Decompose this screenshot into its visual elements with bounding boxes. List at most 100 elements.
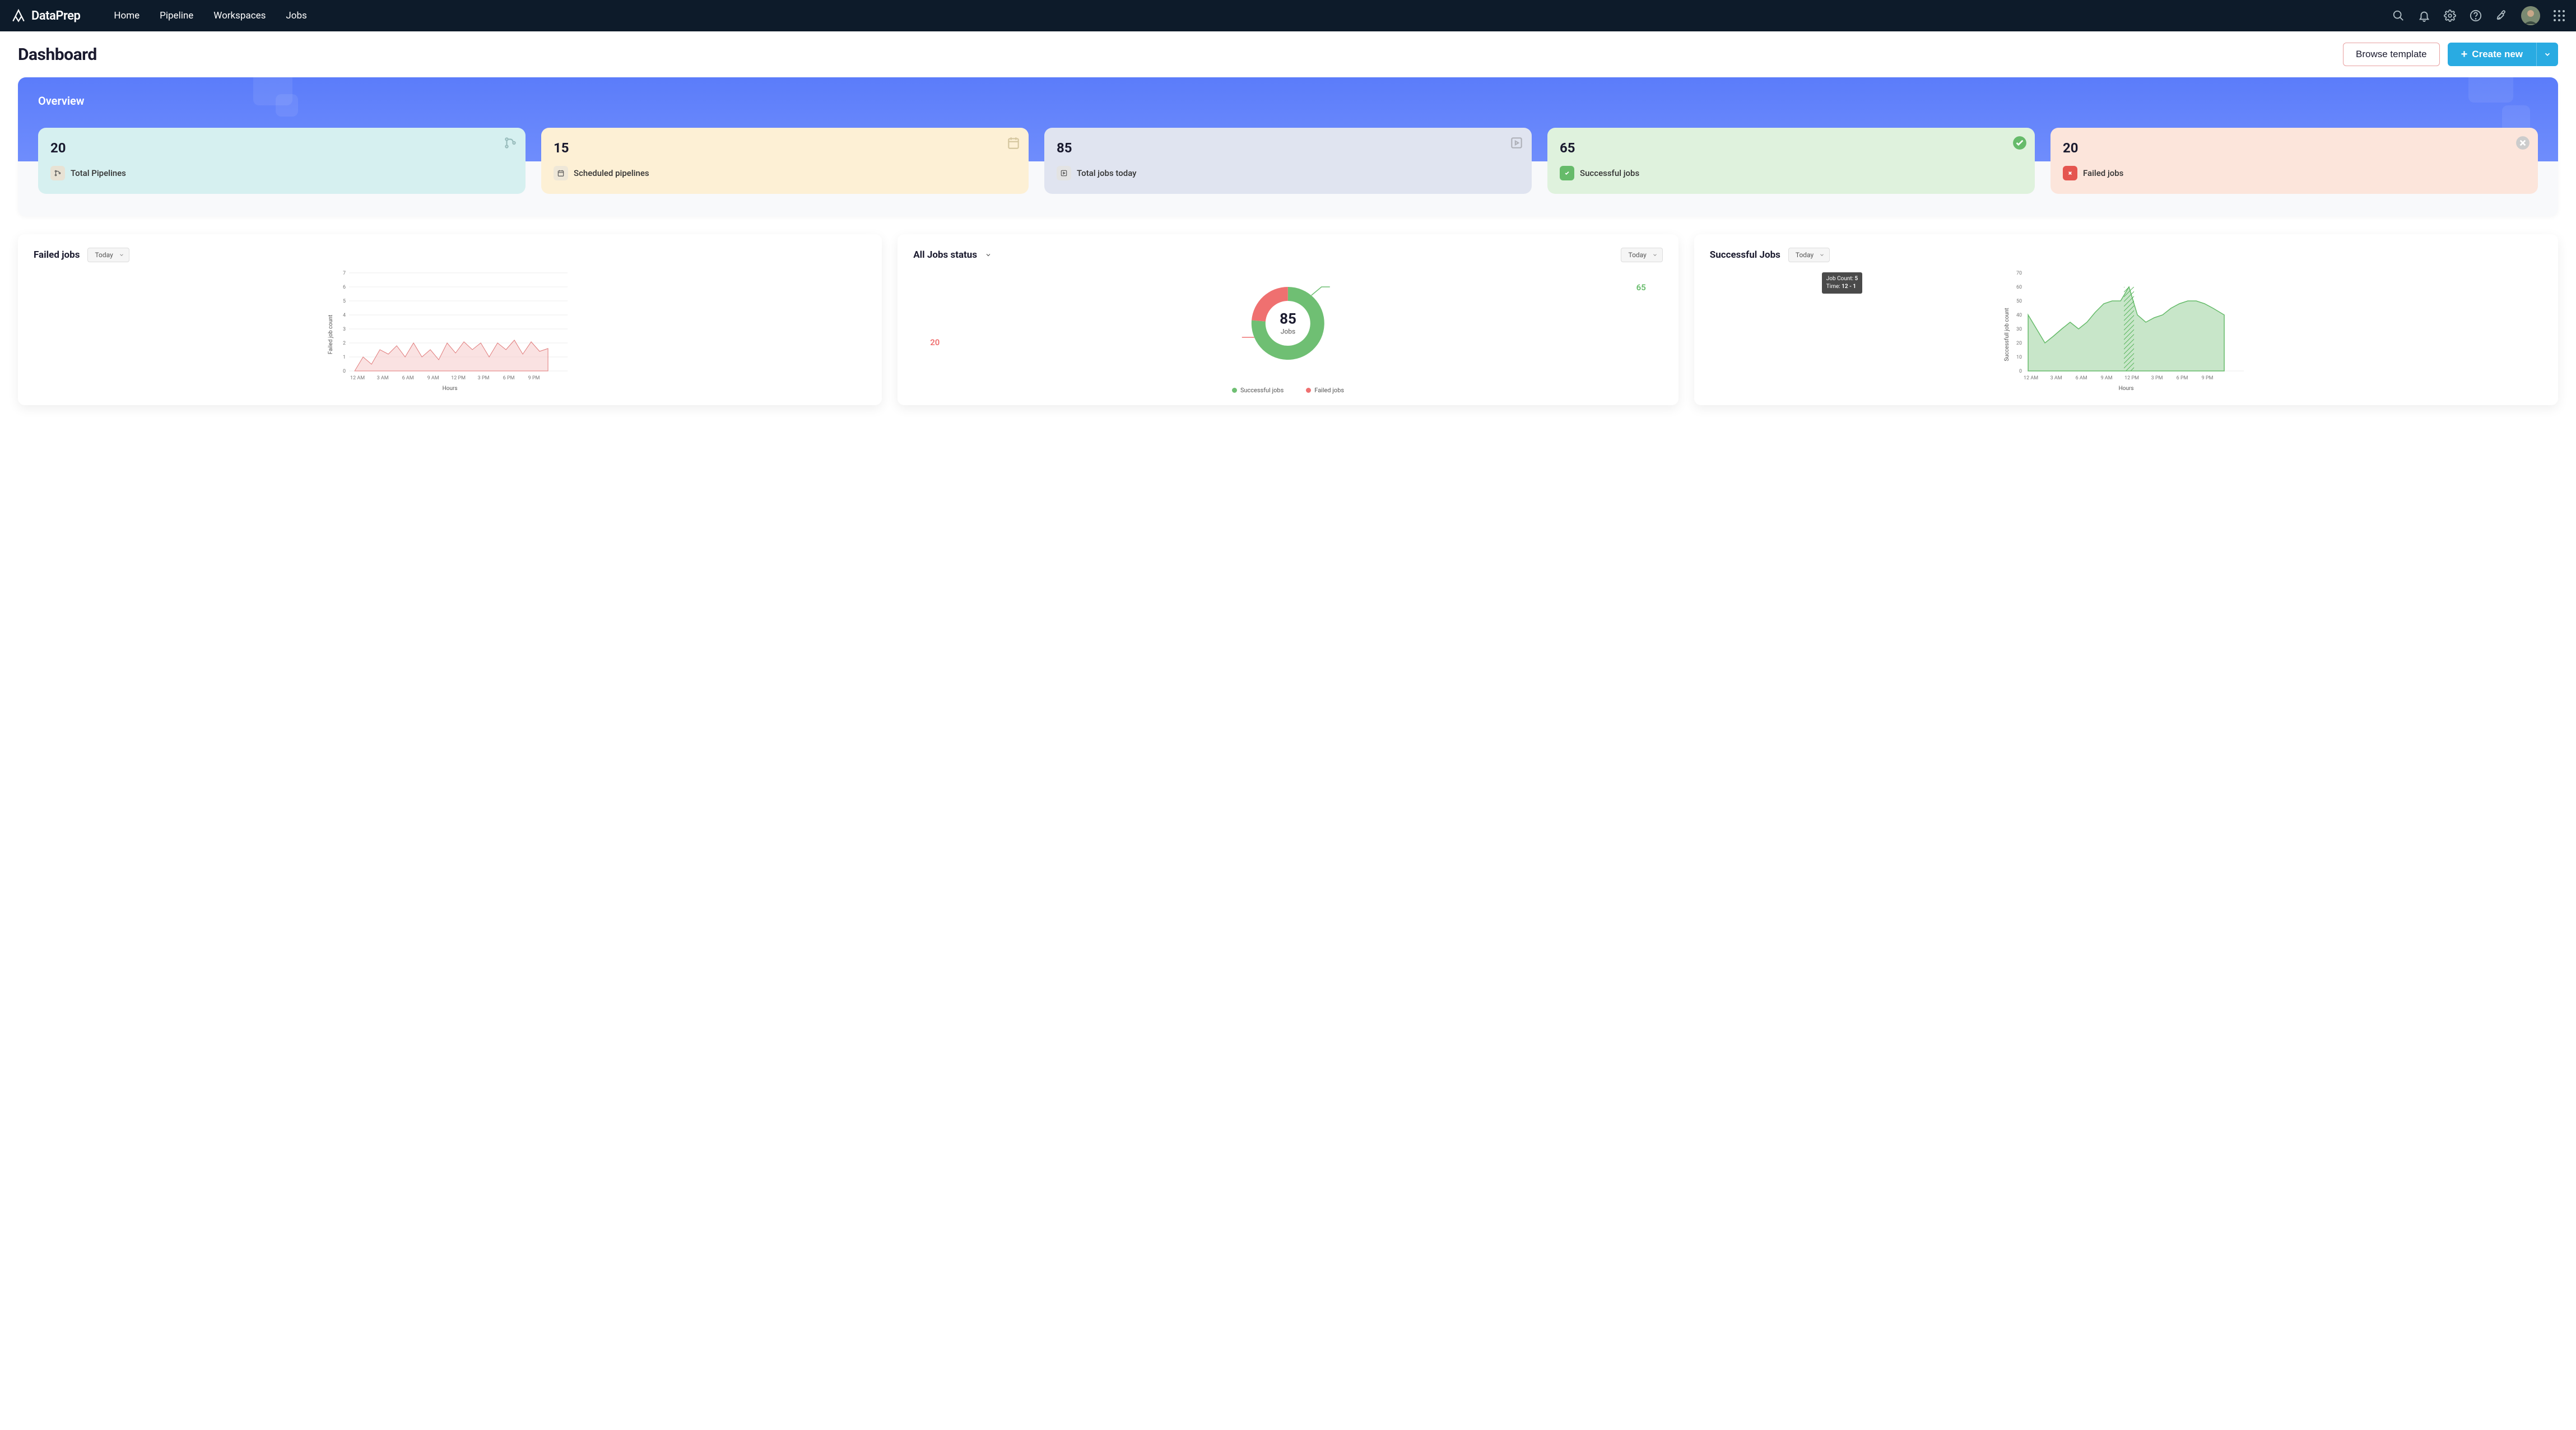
plus-icon: + — [2461, 49, 2468, 60]
main-nav: Home Pipeline Workspaces Jobs — [114, 10, 306, 21]
help-icon[interactable] — [2470, 10, 2482, 22]
chart-title: All Jobs status — [913, 249, 977, 261]
svg-text:3 PM: 3 PM — [478, 375, 490, 381]
logo-icon — [11, 8, 26, 23]
svg-text:12 PM: 12 PM — [451, 375, 466, 381]
svg-text:12 AM: 12 AM — [2024, 375, 2038, 381]
branch-icon — [50, 166, 65, 180]
kpi-total-jobs[interactable]: 85 Total jobs today — [1044, 128, 1532, 194]
svg-text:2: 2 — [343, 341, 346, 346]
kpi-value: 85 — [1057, 140, 1519, 156]
donut-center-value: 85 — [1280, 311, 1296, 328]
kpi-label: Failed jobs — [2083, 168, 2123, 178]
check-circle-icon — [1560, 166, 1574, 180]
kpi-value: 20 — [2063, 140, 2526, 156]
svg-text:3 AM: 3 AM — [377, 375, 389, 381]
donut-failed-value: 20 — [930, 337, 940, 347]
svg-text:0: 0 — [2019, 369, 2022, 374]
search-icon[interactable] — [2392, 10, 2405, 22]
svg-text:9 PM: 9 PM — [2201, 375, 2213, 381]
kpi-successful-jobs[interactable]: 65 Successful jobs — [1547, 128, 2035, 194]
svg-text:70: 70 — [2016, 271, 2022, 276]
close-circle-icon — [2063, 166, 2077, 180]
svg-text:Successfull job count: Successfull job count — [2003, 308, 2010, 361]
svg-text:3 AM: 3 AM — [2050, 375, 2062, 381]
jobs-status-chart-card: All Jobs status Today — [898, 234, 1678, 405]
chevron-down-icon — [1652, 252, 1658, 258]
donut-success-value: 65 — [1636, 282, 1646, 292]
branch-icon — [503, 136, 518, 150]
kpi-label: Scheduled pipelines — [574, 168, 649, 178]
svg-text:6 AM: 6 AM — [2075, 375, 2087, 381]
svg-text:30: 30 — [2016, 327, 2022, 332]
svg-text:6 AM: 6 AM — [402, 375, 414, 381]
svg-text:10: 10 — [2016, 355, 2022, 360]
svg-text:0: 0 — [343, 369, 346, 374]
kpi-value: 15 — [554, 140, 1016, 156]
chart-title: Failed jobs — [34, 249, 80, 261]
nav-pipeline[interactable]: Pipeline — [160, 10, 193, 21]
donut-center-label: Jobs — [1280, 328, 1296, 336]
select-value: Today — [1628, 251, 1646, 259]
chart-tooltip: Job Count: 5 Time: 12 - 1 — [1822, 272, 1862, 294]
successful-jobs-chart: Successfull job count 0 10 20 30 40 50 6… — [1710, 270, 2542, 393]
logo[interactable]: DataPrep — [11, 8, 80, 23]
create-new-button[interactable]: + Create new — [2448, 43, 2536, 66]
calendar-icon — [554, 166, 568, 180]
failed-jobs-chart-card: Failed jobs Today Failed job count — [18, 234, 882, 405]
apps-grid-icon[interactable] — [2554, 10, 2565, 21]
kpi-label: Successful jobs — [1580, 168, 1639, 178]
donut-range-select[interactable]: Today — [1621, 248, 1662, 262]
jobs-status-donut: 85 Jobs 65 20 — [913, 270, 1663, 382]
select-value: Today — [1796, 251, 1814, 259]
chevron-down-icon — [119, 252, 124, 258]
svg-text:3 PM: 3 PM — [2151, 375, 2163, 381]
avatar[interactable] — [2521, 6, 2540, 25]
svg-text:12 AM: 12 AM — [350, 375, 365, 381]
kpi-value: 20 — [50, 140, 513, 156]
svg-text:12 PM: 12 PM — [2124, 375, 2139, 381]
svg-text:50: 50 — [2016, 299, 2022, 304]
play-square-icon — [1509, 136, 1524, 150]
chevron-down-icon — [2544, 50, 2551, 58]
select-value: Today — [95, 251, 113, 259]
success-chart-range-select[interactable]: Today — [1788, 248, 1830, 262]
gear-icon[interactable] — [2444, 10, 2456, 22]
create-new-label: Create new — [2472, 49, 2523, 60]
kpi-value: 65 — [1560, 140, 2022, 156]
svg-text:3: 3 — [343, 327, 346, 332]
overview-card: Overview 20 Total Pipelines 15 Scheduled… — [18, 77, 2558, 216]
svg-text:40: 40 — [2016, 313, 2022, 318]
svg-text:1: 1 — [343, 355, 346, 360]
chevron-down-icon — [1819, 252, 1825, 258]
svg-text:6 PM: 6 PM — [503, 375, 515, 381]
create-new-dropdown[interactable] — [2536, 43, 2558, 66]
kpi-label: Total jobs today — [1077, 168, 1137, 178]
svg-text:Hours: Hours — [443, 386, 458, 392]
page-title: Dashboard — [18, 45, 97, 64]
kpi-total-pipelines[interactable]: 20 Total Pipelines — [38, 128, 526, 194]
svg-text:7: 7 — [343, 271, 346, 276]
successful-jobs-chart-card: Successful Jobs Today Successfull job co… — [1694, 234, 2558, 405]
donut-legend: Successful jobs Failed jobs — [913, 387, 1663, 394]
kpi-scheduled-pipelines[interactable]: 15 Scheduled pipelines — [541, 128, 1029, 194]
failed-chart-range-select[interactable]: Today — [87, 248, 129, 262]
app-name: DataPrep — [31, 9, 80, 23]
header-tools — [2392, 6, 2565, 25]
kpi-label: Total Pipelines — [71, 168, 126, 178]
rocket-icon[interactable] — [2495, 10, 2508, 22]
nav-home[interactable]: Home — [114, 10, 140, 21]
browse-template-button[interactable]: Browse template — [2343, 43, 2440, 66]
kpi-failed-jobs[interactable]: 20 Failed jobs — [2050, 128, 2538, 194]
calendar-icon — [1006, 136, 1021, 150]
nav-workspaces[interactable]: Workspaces — [213, 10, 266, 21]
check-circle-icon — [2012, 136, 2027, 150]
svg-text:9 PM: 9 PM — [528, 375, 540, 381]
bell-icon[interactable] — [2418, 10, 2430, 22]
failed-jobs-chart: Failed job count 0 1 2 — [34, 270, 866, 393]
play-square-icon — [1057, 166, 1071, 180]
chevron-down-icon[interactable] — [985, 252, 992, 258]
svg-text:5: 5 — [343, 299, 346, 304]
nav-jobs[interactable]: Jobs — [286, 10, 306, 21]
chart-title: Successful Jobs — [1710, 249, 1780, 261]
